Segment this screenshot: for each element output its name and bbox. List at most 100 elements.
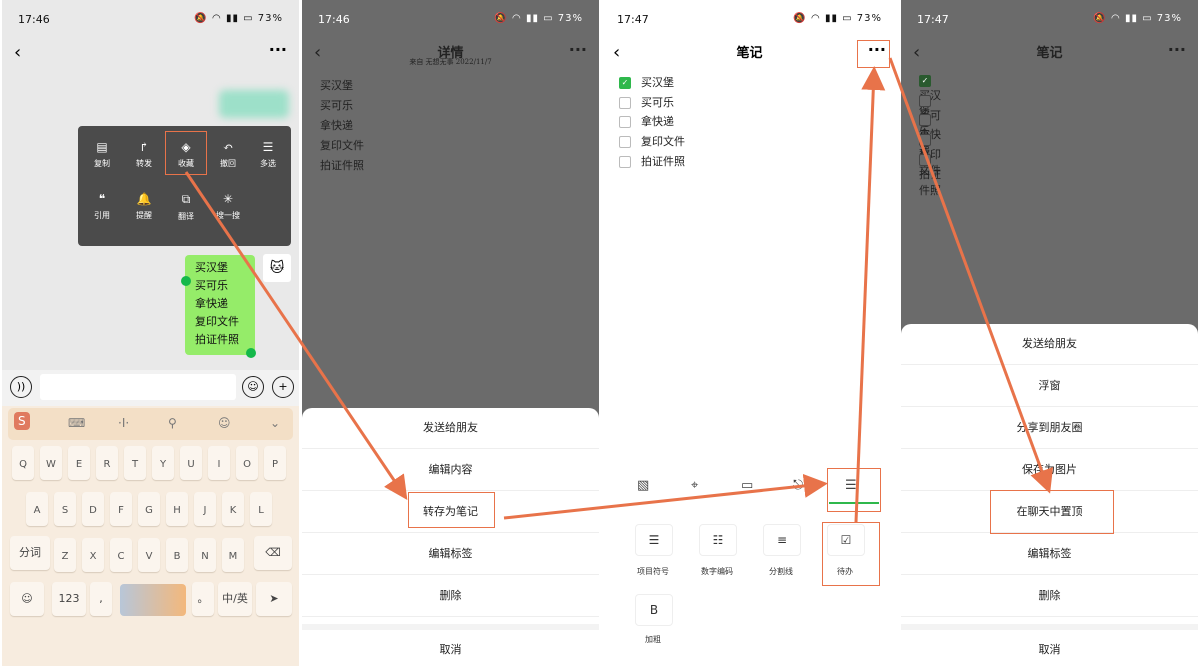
key-y[interactable]: Y bbox=[152, 446, 174, 480]
key-c[interactable]: C bbox=[110, 538, 132, 572]
ctx-quote[interactable]: ❝ 引用 bbox=[82, 192, 122, 221]
todo-item[interactable]: 买可乐 bbox=[619, 94, 674, 112]
todo-item[interactable]: 拿快递 bbox=[619, 113, 674, 131]
emoji-key-icon[interactable]: ☺ bbox=[10, 582, 44, 616]
note-line: 买可乐 bbox=[320, 99, 353, 112]
sheet-float-window[interactable]: 浮窗 bbox=[901, 366, 1198, 407]
bold-button[interactable]: B bbox=[635, 594, 673, 626]
key-d[interactable]: D bbox=[82, 492, 104, 526]
sheet-cancel[interactable]: 取消 bbox=[302, 624, 599, 666]
sheet-delete[interactable]: 删除 bbox=[302, 576, 599, 617]
note-line: 复印文件 bbox=[320, 139, 364, 152]
key-e[interactable]: E bbox=[68, 446, 90, 480]
key-r[interactable]: R bbox=[96, 446, 118, 480]
image-icon[interactable]: ▧ bbox=[637, 478, 649, 493]
battery-level: 73% bbox=[257, 13, 283, 24]
voice-icon[interactable]: )) bbox=[10, 376, 32, 398]
key-a[interactable]: A bbox=[26, 492, 48, 526]
key-comma[interactable]: , bbox=[90, 582, 112, 616]
format-label: 数字编码 bbox=[701, 567, 733, 576]
ctx-forward[interactable]: ↱ 转发 bbox=[124, 140, 164, 169]
key-w[interactable]: W bbox=[40, 446, 62, 480]
divider-button[interactable]: ≡ bbox=[763, 524, 801, 556]
todo-text: 买汉堡 bbox=[641, 76, 674, 89]
note-editor-screen: 17:47 🔕 ◠ ▮▮ ▭ 73% ‹ 笔记 ··· ✓ 买汉堡 买可乐 拿快递… bbox=[601, 0, 898, 666]
key-m[interactable]: M bbox=[222, 538, 244, 572]
key-i[interactable]: I bbox=[208, 446, 230, 480]
avatar[interactable]: 🐱 bbox=[263, 254, 291, 282]
emoji-icon[interactable]: ☺ bbox=[242, 376, 264, 398]
key-123[interactable]: 123 bbox=[52, 582, 86, 616]
key-s[interactable]: S bbox=[54, 492, 76, 526]
ime-logo-icon[interactable]: S bbox=[14, 412, 30, 430]
key-v[interactable]: V bbox=[138, 538, 160, 572]
key-t[interactable]: T bbox=[124, 446, 146, 480]
ctx-remind[interactable]: 🔔 提醒 bbox=[124, 192, 164, 221]
divider-icon: ≡ bbox=[776, 533, 788, 547]
ctx-search[interactable]: ✳ 搜一搜 bbox=[208, 192, 248, 221]
ctx-copy[interactable]: ▤ 复制 bbox=[82, 140, 122, 169]
key-u[interactable]: U bbox=[180, 446, 202, 480]
key-q[interactable]: Q bbox=[12, 446, 34, 480]
numbered-list-button[interactable]: ☷ bbox=[699, 524, 737, 556]
message-input[interactable] bbox=[40, 374, 236, 400]
bullet-list-button[interactable]: ☰ bbox=[635, 524, 673, 556]
key-x[interactable]: X bbox=[82, 538, 104, 572]
space-key[interactable] bbox=[120, 584, 186, 616]
sheet-send-friend[interactable]: 发送给朋友 bbox=[302, 408, 599, 449]
search-icon[interactable]: ⚲ bbox=[168, 416, 177, 430]
more-icon[interactable]: ··· bbox=[1168, 40, 1186, 59]
sheet-delete[interactable]: 删除 bbox=[901, 576, 1198, 617]
emoji-icon[interactable]: ☺ bbox=[218, 416, 231, 430]
sheet-send-friend[interactable]: 发送给朋友 bbox=[901, 324, 1198, 365]
selection-handle-end[interactable] bbox=[246, 348, 256, 358]
checkbox-icon[interactable] bbox=[619, 97, 631, 109]
selected-message-bubble[interactable]: 买汉堡 买可乐 拿快递 复印文件 拍证件照 bbox=[185, 255, 255, 355]
key-z[interactable]: Z bbox=[54, 538, 76, 572]
folder-icon[interactable]: ▭ bbox=[741, 478, 753, 493]
todo-item[interactable]: ✓ 买汉堡 bbox=[619, 74, 674, 92]
sheet-edit-tags[interactable]: 编辑标签 bbox=[901, 534, 1198, 575]
ctx-multiselect[interactable]: ☰ 多选 bbox=[248, 140, 288, 169]
key-f[interactable]: F bbox=[110, 492, 132, 526]
location-icon[interactable]: ⌖ bbox=[691, 478, 698, 493]
key-p[interactable]: P bbox=[264, 446, 286, 480]
key-l[interactable]: L bbox=[250, 492, 272, 526]
ctx-recall[interactable]: ↶ 撤回 bbox=[208, 140, 248, 169]
todo-item[interactable]: 拍证件照 bbox=[619, 153, 685, 171]
more-icon[interactable]: ··· bbox=[269, 40, 287, 59]
ctx-translate[interactable]: ⧉ 翻译 bbox=[166, 192, 206, 222]
sheet-cancel[interactable]: 取消 bbox=[901, 624, 1198, 666]
checkbox-checked-icon[interactable]: ✓ bbox=[619, 77, 631, 89]
key-j[interactable]: J bbox=[194, 492, 216, 526]
send-icon[interactable]: ➤ bbox=[256, 582, 292, 616]
plus-icon[interactable]: + bbox=[272, 376, 294, 398]
key-h[interactable]: H bbox=[166, 492, 188, 526]
checkbox-icon[interactable] bbox=[619, 136, 631, 148]
keyboard-icon[interactable]: ⌨ bbox=[68, 416, 85, 430]
key-b[interactable]: B bbox=[166, 538, 188, 572]
key-period[interactable]: 。 bbox=[192, 582, 214, 616]
chevron-down-icon[interactable]: ⌄ bbox=[270, 416, 280, 430]
sheet-edit-tags[interactable]: 编辑标签 bbox=[302, 534, 599, 575]
sheet-edit-content[interactable]: 编辑内容 bbox=[302, 450, 599, 491]
key-k[interactable]: K bbox=[222, 492, 244, 526]
attachment-icon[interactable]: ⎋ bbox=[793, 478, 803, 493]
key-fenci[interactable]: 分词 bbox=[10, 536, 50, 570]
back-icon[interactable]: ‹ bbox=[14, 42, 21, 63]
key-n[interactable]: N bbox=[194, 538, 216, 572]
more-icon[interactable]: ··· bbox=[569, 40, 587, 59]
sheet-save-image[interactable]: 保存为图片 bbox=[901, 450, 1198, 491]
key-zh-en[interactable]: 中/英 bbox=[218, 582, 252, 616]
checkbox-icon[interactable] bbox=[619, 156, 631, 168]
key-o[interactable]: O bbox=[236, 446, 258, 480]
backspace-icon[interactable]: ⌫ bbox=[254, 536, 292, 570]
selection-handle-start[interactable] bbox=[181, 276, 191, 286]
checkbox-icon[interactable] bbox=[619, 116, 631, 128]
cursor-icon[interactable]: ·I· bbox=[118, 416, 129, 430]
todo-item: 拍证件照 bbox=[919, 153, 941, 197]
sheet-share-moments[interactable]: 分享到朋友圈 bbox=[901, 408, 1198, 449]
status-bar: 17:46 🔕 ◠ ▮▮ ▭ 73% bbox=[302, 0, 599, 40]
todo-item[interactable]: 复印文件 bbox=[619, 133, 685, 151]
key-g[interactable]: G bbox=[138, 492, 160, 526]
